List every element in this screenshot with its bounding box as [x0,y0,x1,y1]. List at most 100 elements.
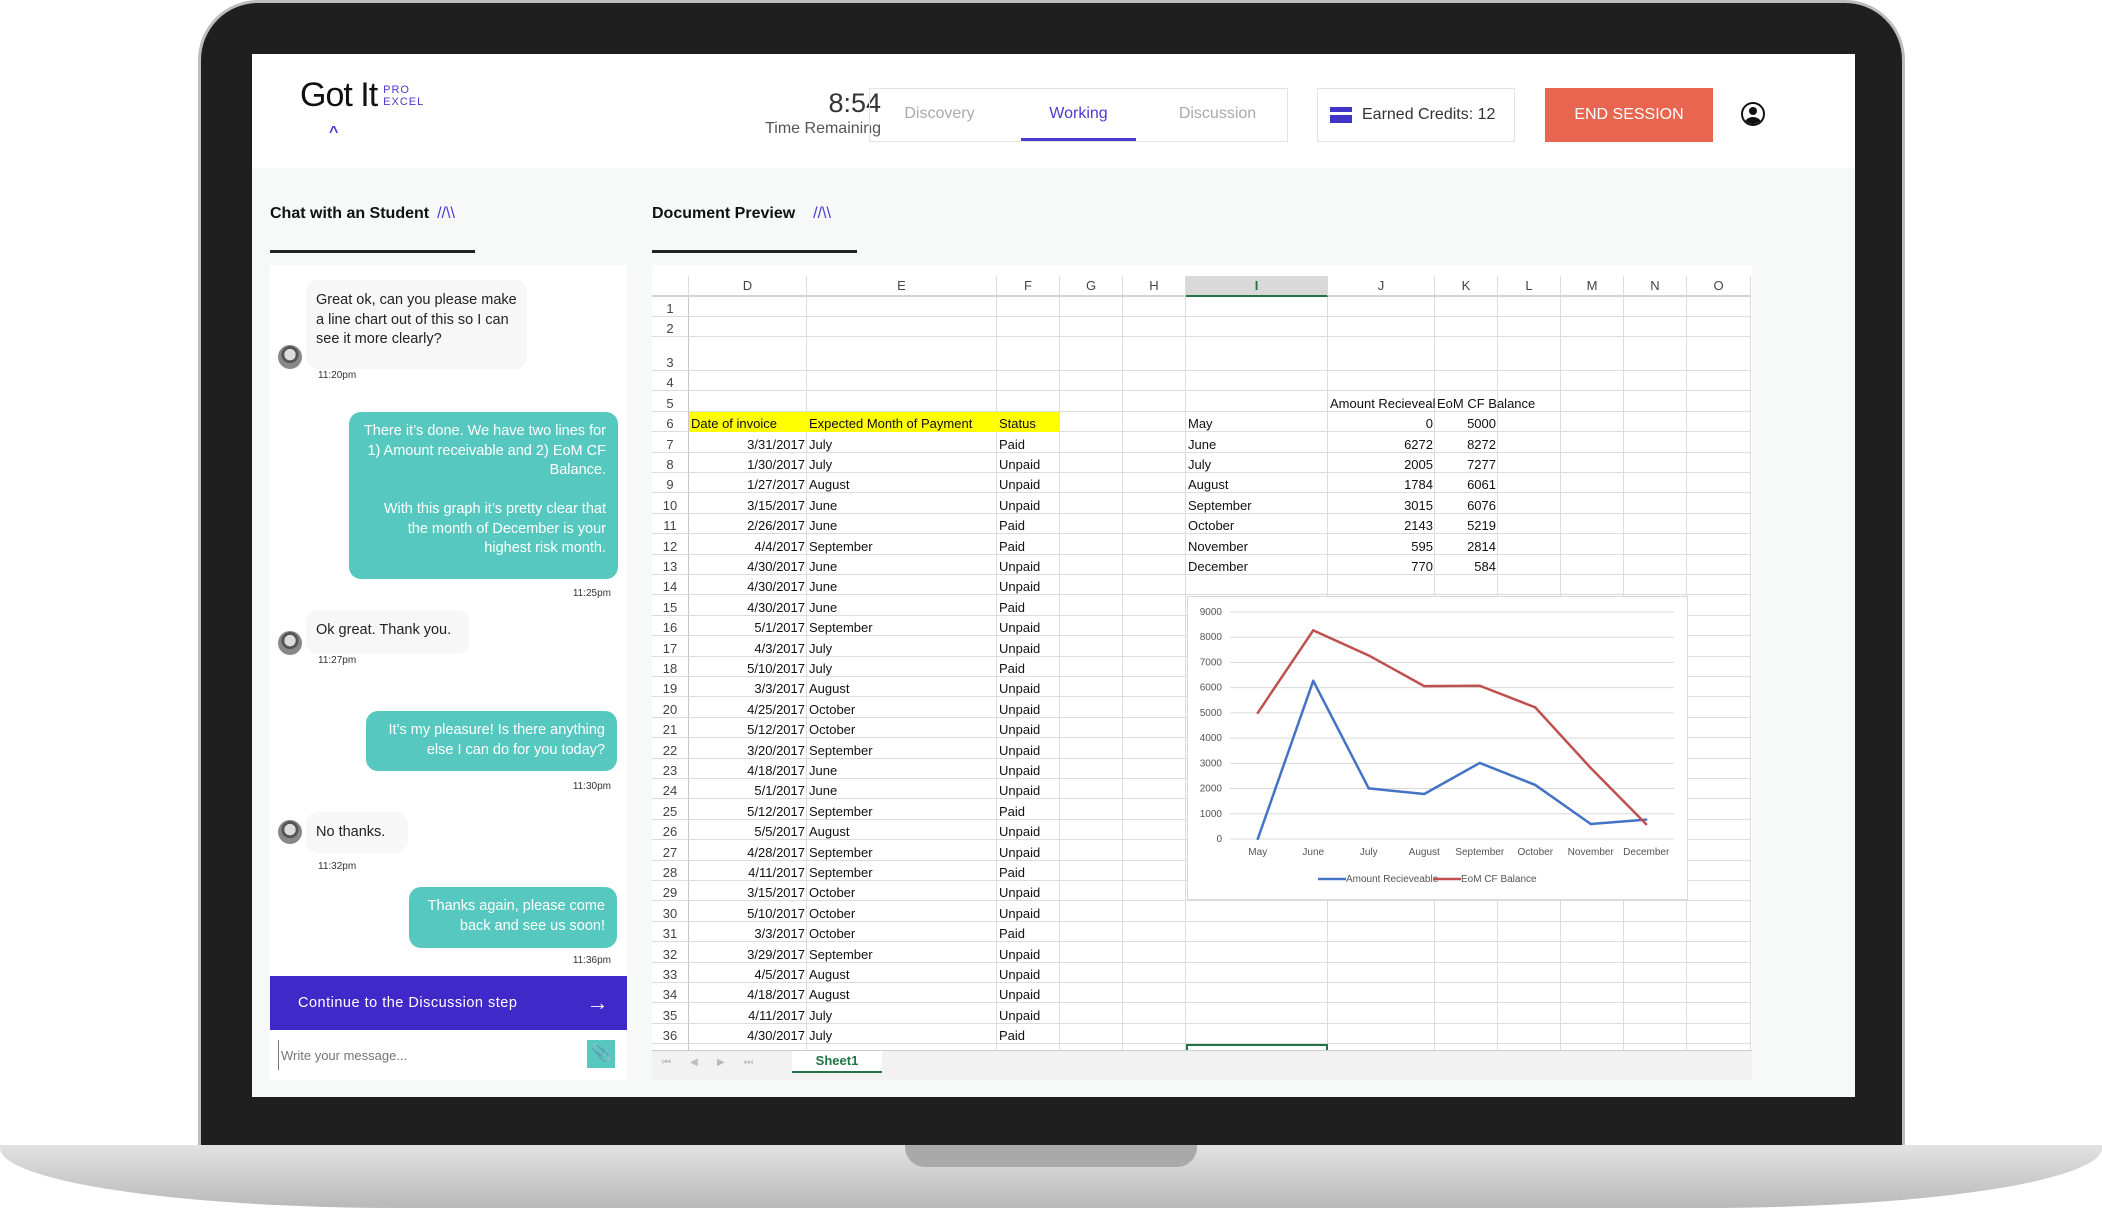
cell[interactable] [997,391,1060,412]
cell[interactable] [1687,432,1751,453]
cell-value[interactable]: 2/26/2017 [689,514,807,534]
cell[interactable] [1498,371,1561,392]
column-header-O[interactable]: O [1687,276,1751,297]
cell[interactable] [1687,860,1751,881]
column-header-I[interactable]: I [1186,276,1328,297]
cell[interactable] [1498,901,1561,922]
cell-value[interactable]: July [807,1024,997,1044]
cell[interactable] [1123,860,1186,881]
cell[interactable] [1624,534,1687,555]
logo[interactable]: Got It PRO EXCEL [300,76,424,115]
cell-value[interactable]: 4/25/2017 [689,697,807,717]
cell-value[interactable]: 1/30/2017 [689,453,807,473]
cell[interactable] [1687,636,1751,657]
cell-value[interactable]: August [807,473,997,493]
cell[interactable] [1687,1003,1751,1024]
cell[interactable] [1328,371,1435,392]
row-header[interactable]: 32 [652,942,689,963]
cell-value[interactable]: Paid [997,1024,1060,1044]
end-session-button[interactable]: END SESSION [1545,88,1713,142]
cell-value[interactable]: 4/28/2017 [689,840,807,860]
cell-value[interactable]: Date of invoice [689,411,807,433]
cell-value[interactable]: 4/18/2017 [689,759,807,779]
cell-value[interactable]: Paid [997,534,1060,554]
cell-value[interactable]: August [807,820,997,840]
cell[interactable] [1123,983,1186,1004]
cell-value[interactable]: Unpaid [997,963,1060,983]
row-header[interactable]: 7 [652,432,689,453]
cell[interactable] [1123,493,1186,514]
cell[interactable] [1123,881,1186,902]
cell-value[interactable]: Paid [997,514,1060,534]
cell[interactable] [1687,840,1751,861]
column-header-J[interactable]: J [1328,276,1435,297]
cell-value[interactable]: September [807,534,997,554]
cell[interactable] [1435,297,1498,317]
cell[interactable] [1687,819,1751,841]
cell[interactable] [1561,1003,1624,1024]
cell[interactable] [1498,432,1561,453]
cell[interactable] [1328,942,1435,963]
cell-value[interactable]: Paid [997,432,1060,452]
column-header-L[interactable]: L [1498,276,1561,297]
cell[interactable] [1624,337,1687,371]
cell[interactable] [1561,493,1624,514]
cell[interactable] [689,371,807,392]
cell[interactable] [1687,717,1751,739]
row-header[interactable]: 29 [652,881,689,902]
cell[interactable] [1687,411,1751,433]
cell[interactable] [1328,983,1435,1004]
cell-value[interactable]: 0 [1328,412,1435,432]
row-header[interactable]: 6 [652,411,689,433]
cell-value[interactable]: 4/11/2017 [689,1003,807,1023]
cell-value[interactable]: July [807,453,997,473]
cell-value[interactable]: September [807,942,997,962]
cell[interactable] [1498,534,1561,555]
prev-sheet-icon[interactable]: ◀ [690,1057,698,1068]
cell-value[interactable]: September [807,799,997,819]
cell-value[interactable]: October [807,901,997,921]
message-input[interactable] [278,1040,578,1070]
cell[interactable] [1687,391,1751,412]
cell-value[interactable]: July [807,1003,997,1023]
row-header[interactable]: 28 [652,860,689,881]
cell[interactable] [1123,717,1186,739]
cell[interactable] [1498,575,1561,596]
cell[interactable] [1123,921,1186,943]
cell[interactable] [1060,717,1123,739]
cell[interactable] [689,297,807,317]
cell[interactable] [1060,452,1123,473]
cell-value[interactable]: 2005 [1328,453,1435,473]
cell[interactable] [1561,371,1624,392]
cell-value[interactable]: 595 [1328,534,1435,554]
cell[interactable] [1498,554,1561,575]
cell[interactable] [1060,962,1123,983]
cell[interactable] [1060,297,1123,317]
cell-value[interactable]: September [1186,493,1328,513]
cell[interactable] [1328,297,1435,317]
cell[interactable] [1561,921,1624,943]
cell[interactable] [1561,962,1624,983]
cell[interactable] [1435,983,1498,1004]
cell-value[interactable]: Unpaid [997,942,1060,962]
cell[interactable] [1186,962,1328,983]
cell[interactable] [1123,534,1186,555]
cell[interactable] [1123,1003,1186,1024]
cell[interactable] [1186,1023,1328,1045]
row-header[interactable]: 17 [652,636,689,657]
cell[interactable] [1123,840,1186,861]
cell[interactable] [1561,452,1624,473]
cell-value[interactable]: 4/30/2017 [689,595,807,615]
column-header-D[interactable]: D [689,276,807,297]
cell[interactable] [1498,452,1561,473]
last-sheet-icon[interactable]: ⏭ [744,1057,753,1068]
cell[interactable] [1561,473,1624,494]
cell[interactable] [1123,799,1186,820]
cell[interactable] [1498,473,1561,494]
cell[interactable] [1060,513,1123,535]
cell[interactable] [1624,432,1687,453]
cell-value[interactable]: Unpaid [997,616,1060,636]
cell[interactable] [1561,554,1624,575]
cell-value[interactable]: Unpaid [997,759,1060,779]
cell[interactable] [1498,493,1561,514]
